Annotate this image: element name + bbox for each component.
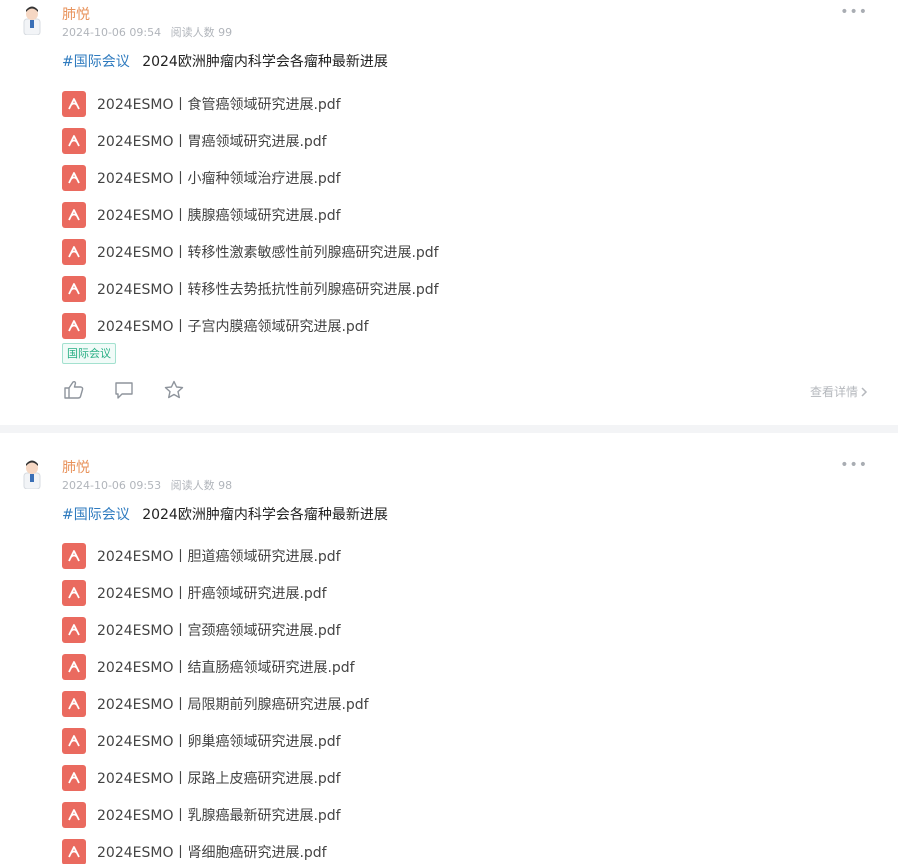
pdf-icon [62,690,86,717]
attachment-list: 2024ESMO丨食管癌领域研究进展.pdf 2024ESMO丨胃癌领域研究进展… [62,85,439,344]
attachment-item[interactable]: 2024ESMO丨胰腺癌领域研究进展.pdf [62,196,439,233]
attachment-name: 2024ESMO丨胆道癌领域研究进展.pdf [97,548,341,565]
attachment-item[interactable]: 2024ESMO丨转移性激素敏感性前列腺癌研究进展.pdf [62,233,439,270]
pdf-icon [62,579,86,606]
pdf-icon [62,616,86,643]
chevron-right-icon [861,386,868,397]
attachment-name: 2024ESMO丨转移性去势抵抗性前列腺癌研究进展.pdf [97,281,439,298]
pdf-icon [62,764,86,791]
post-meta: 2024-10-06 09:54 阅读人数 99 [62,24,232,40]
attachment-item[interactable]: 2024ESMO丨肝癌领域研究进展.pdf [62,574,369,611]
post-title: #国际会议 2024欧洲肿瘤内科学会各瘤种最新进展 [62,51,388,71]
attachment-item[interactable]: 2024ESMO丨小瘤种领域治疗进展.pdf [62,159,439,196]
reads-count: 98 [218,479,233,492]
more-dots-icon[interactable]: ••• [840,457,868,473]
comment-icon[interactable] [112,378,136,402]
pdf-icon [62,801,86,828]
author-name[interactable]: 肺悦 [62,457,90,477]
attachment-name: 2024ESMO丨子宫内膜癌领域研究进展.pdf [97,318,369,335]
pdf-icon [62,542,86,569]
post-divider [0,425,898,433]
pdf-icon [62,727,86,754]
attachment-name: 2024ESMO丨小瘤种领域治疗进展.pdf [97,170,341,187]
attachment-item[interactable]: 2024ESMO丨转移性去势抵抗性前列腺癌研究进展.pdf [62,270,439,307]
post-date: 2024-10-06 09:54 [62,26,162,39]
pdf-icon [62,164,86,191]
reads-count: 99 [218,26,233,39]
author-name[interactable]: 肺悦 [62,4,90,24]
attachment-item[interactable]: 2024ESMO丨胆道癌领域研究进展.pdf [62,537,369,574]
attachment-name: 2024ESMO丨结直肠癌领域研究进展.pdf [97,659,355,676]
post-title: #国际会议 2024欧洲肿瘤内科学会各瘤种最新进展 [62,504,388,524]
attachment-name: 2024ESMO丨尿路上皮癌研究进展.pdf [97,770,341,787]
attachment-item[interactable]: 2024ESMO丨食管癌领域研究进展.pdf [62,85,439,122]
post-date: 2024-10-06 09:53 [62,479,162,492]
attachment-name: 2024ESMO丨胰腺癌领域研究进展.pdf [97,207,341,224]
attachment-name: 2024ESMO丨肾细胞癌研究进展.pdf [97,844,327,861]
attachment-item[interactable]: 2024ESMO丨结直肠癌领域研究进展.pdf [62,648,369,685]
more-dots-icon[interactable]: ••• [840,4,868,20]
attachment-item[interactable]: 2024ESMO丨乳腺癌最新研究进展.pdf [62,796,369,833]
attachment-list: 2024ESMO丨胆道癌领域研究进展.pdf 2024ESMO丨肝癌领域研究进展… [62,537,369,864]
view-details-label: 查看详情 [809,385,858,399]
hashtag-link[interactable]: #国际会议 [62,54,130,70]
avatar[interactable] [18,457,46,490]
star-icon[interactable] [162,378,186,402]
pdf-icon [62,653,86,680]
attachment-item[interactable]: 2024ESMO丨胃癌领域研究进展.pdf [62,122,439,159]
pdf-icon [62,838,86,864]
post-actions [62,378,212,402]
pdf-icon [62,127,86,154]
pdf-icon [62,312,86,339]
attachment-name: 2024ESMO丨卵巢癌领域研究进展.pdf [97,733,341,750]
attachment-item[interactable]: 2024ESMO丨肾细胞癌研究进展.pdf [62,833,369,864]
attachment-name: 2024ESMO丨肝癌领域研究进展.pdf [97,585,327,602]
attachment-item[interactable]: 2024ESMO丨局限期前列腺癌研究进展.pdf [62,685,369,722]
post-meta: 2024-10-06 09:53 阅读人数 98 [62,477,232,493]
post-title-text: 2024欧洲肿瘤内科学会各瘤种最新进展 [142,54,388,70]
pdf-icon [62,201,86,228]
attachment-name: 2024ESMO丨胃癌领域研究进展.pdf [97,133,327,150]
attachment-item[interactable]: 2024ESMO丨卵巢癌领域研究进展.pdf [62,722,369,759]
attachment-item[interactable]: 2024ESMO丨宫颈癌领域研究进展.pdf [62,611,369,648]
pdf-icon [62,90,86,117]
post-card: 肺悦 2024-10-06 09:53 阅读人数 98 ••• #国际会议 20… [0,433,898,864]
post-feed: 肺悦 2024-10-06 09:54 阅读人数 99 ••• #国际会议 20… [0,0,898,864]
attachment-name: 2024ESMO丨宫颈癌领域研究进展.pdf [97,622,341,639]
avatar[interactable] [18,3,46,36]
thumbs-up-icon[interactable] [62,378,86,402]
attachment-item[interactable]: 2024ESMO丨子宫内膜癌领域研究进展.pdf [62,307,439,344]
hashtag-link[interactable]: #国际会议 [62,507,130,523]
attachment-name: 2024ESMO丨食管癌领域研究进展.pdf [97,96,341,113]
attachment-name: 2024ESMO丨乳腺癌最新研究进展.pdf [97,807,341,824]
reads-label: 阅读人数 [170,26,215,39]
pdf-icon [62,238,86,265]
attachment-item[interactable]: 2024ESMO丨尿路上皮癌研究进展.pdf [62,759,369,796]
topic-tag[interactable]: 国际会议 [62,343,116,364]
post-title-text: 2024欧洲肿瘤内科学会各瘤种最新进展 [142,507,388,523]
reads-label: 阅读人数 [170,479,215,492]
attachment-name: 2024ESMO丨局限期前列腺癌研究进展.pdf [97,696,369,713]
attachment-name: 2024ESMO丨转移性激素敏感性前列腺癌研究进展.pdf [97,244,439,261]
view-details-link[interactable]: 查看详情 [810,383,868,400]
pdf-icon [62,275,86,302]
post-card: 肺悦 2024-10-06 09:54 阅读人数 99 ••• #国际会议 20… [0,0,898,425]
